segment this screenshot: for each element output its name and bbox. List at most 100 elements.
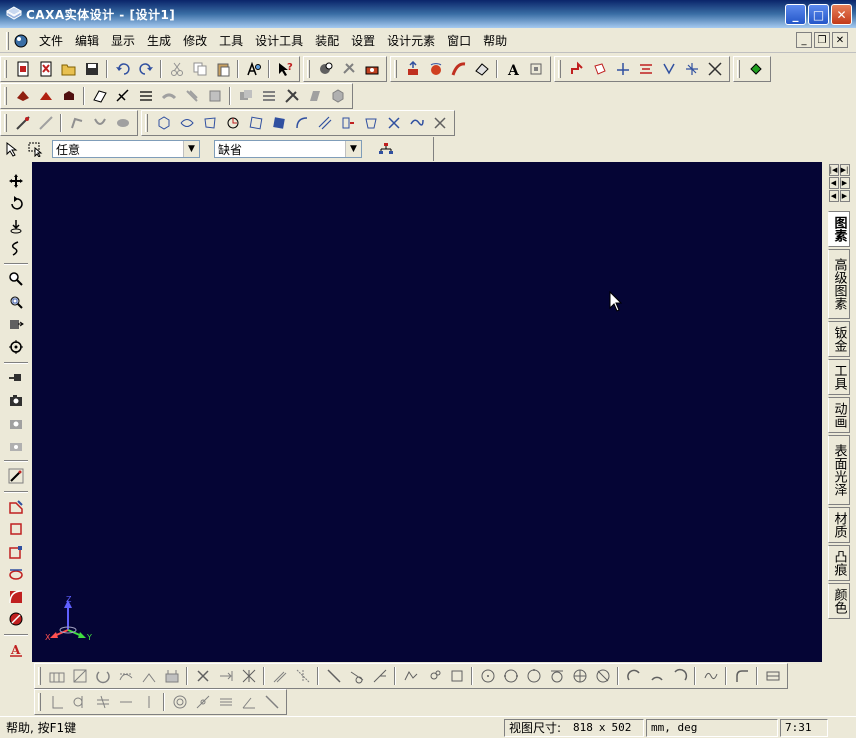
pattern-icon[interactable] — [680, 58, 703, 80]
help-pointer-icon[interactable]: ? — [273, 58, 296, 80]
edge-box-icon[interactable] — [152, 112, 175, 134]
doc-close-button[interactable]: ✕ — [832, 32, 848, 48]
tab-animation[interactable]: 动画 — [828, 397, 850, 433]
edge-merge-icon[interactable] — [405, 112, 428, 134]
cut-icon[interactable] — [165, 58, 188, 80]
scroll-right-icon[interactable]: ▶ — [839, 190, 850, 202]
menu-design-elements[interactable]: 设计元素 — [381, 32, 441, 49]
face-icon[interactable] — [303, 85, 326, 107]
parallel-icon[interactable] — [91, 691, 114, 713]
trim-sketch-icon[interactable] — [237, 665, 260, 687]
pick-line-icon[interactable] — [11, 112, 34, 134]
smart-icon[interactable] — [524, 58, 547, 80]
split-icon[interactable] — [134, 85, 157, 107]
tangent-icon[interactable] — [68, 691, 91, 713]
sketch-rotate-icon[interactable] — [5, 564, 28, 586]
redo-icon[interactable] — [134, 58, 157, 80]
menu-assembly[interactable]: 装配 — [309, 32, 345, 49]
zoom-window-icon[interactable] — [5, 291, 28, 313]
revolve-icon[interactable] — [424, 58, 447, 80]
bend-icon[interactable] — [65, 112, 88, 134]
spline-icon[interactable] — [699, 665, 722, 687]
edge-rect-icon[interactable] — [198, 112, 221, 134]
menu-window[interactable]: 窗口 — [441, 32, 477, 49]
view-direction-icon[interactable] — [5, 367, 28, 389]
extrude-icon[interactable] — [401, 58, 424, 80]
box-face-icon[interactable] — [588, 58, 611, 80]
frame-icon[interactable] — [68, 665, 91, 687]
tangent-line-icon[interactable] — [345, 665, 368, 687]
sweep-icon[interactable] — [447, 58, 470, 80]
tab-material[interactable]: 材质 — [828, 507, 850, 543]
edge-intersect-icon[interactable] — [382, 112, 405, 134]
circle-tangent-icon[interactable] — [545, 665, 568, 687]
equal-icon[interactable] — [214, 691, 237, 713]
edge-offset-icon[interactable] — [313, 112, 336, 134]
zoom-fit-icon[interactable] — [5, 314, 28, 336]
menu-help[interactable]: 帮助 — [477, 32, 513, 49]
tools-icon[interactable] — [280, 85, 303, 107]
chevron-down-icon[interactable]: ▼ — [183, 141, 199, 157]
minimize-button[interactable]: _ — [785, 4, 806, 25]
arc-3pt-icon[interactable] — [645, 665, 668, 687]
vertical-icon[interactable] — [137, 691, 160, 713]
assemble-icon[interactable] — [744, 58, 767, 80]
first-tab-icon[interactable]: |◀ — [828, 164, 839, 176]
coincident-icon[interactable] — [191, 691, 214, 713]
circle-center-icon[interactable] — [476, 665, 499, 687]
dim-line-icon[interactable] — [260, 691, 283, 713]
extend-icon[interactable] — [214, 665, 237, 687]
move-handle-icon[interactable] — [565, 58, 588, 80]
menu-display[interactable]: 显示 — [105, 32, 141, 49]
loft-icon[interactable] — [470, 58, 493, 80]
edge-fill-icon[interactable] — [267, 112, 290, 134]
angle-line-icon[interactable] — [368, 665, 391, 687]
smart-snap-icon[interactable] — [5, 465, 28, 487]
ellipse-icon[interactable] — [568, 665, 591, 687]
camera-light-icon[interactable] — [5, 412, 28, 434]
open-icon[interactable] — [57, 58, 80, 80]
style-select[interactable]: 缺省 ▼ — [214, 140, 362, 158]
target-icon[interactable] — [5, 336, 28, 358]
offset-curve-icon[interactable] — [268, 665, 291, 687]
menu-settings[interactable]: 设置 — [345, 32, 381, 49]
last-tab-icon[interactable]: ▶| — [839, 164, 850, 176]
camera-view-icon[interactable] — [5, 389, 28, 411]
blend-icon[interactable] — [203, 85, 226, 107]
tab-tools[interactable]: 工具 — [828, 359, 850, 395]
edge-project-icon[interactable] — [336, 112, 359, 134]
select-box-icon[interactable] — [23, 138, 46, 160]
sketch-text-icon[interactable]: A — [5, 639, 28, 661]
copy-icon[interactable] — [188, 58, 211, 80]
menu-grip[interactable] — [6, 31, 9, 50]
edge-arc-icon[interactable] — [290, 112, 313, 134]
constraint-icon[interactable] — [137, 665, 160, 687]
concentric-icon[interactable] — [168, 691, 191, 713]
sketch-2d-icon[interactable] — [5, 496, 28, 518]
document-icon[interactable] — [13, 33, 29, 49]
zoom-icon[interactable] — [5, 268, 28, 290]
select-pointer-icon[interactable] — [0, 138, 23, 160]
scroll-left-icon[interactable]: ◀ — [828, 190, 839, 202]
design-viewport[interactable] — [32, 162, 822, 662]
maximize-button[interactable]: □ — [808, 4, 829, 25]
circle-3pt-icon[interactable] — [522, 665, 545, 687]
section-icon[interactable] — [634, 58, 657, 80]
camera-walk-icon[interactable] — [5, 435, 28, 457]
rotate-sketch-icon[interactable] — [91, 665, 114, 687]
tab-emboss[interactable]: 凸痕 — [828, 545, 850, 581]
bezier-icon[interactable] — [114, 665, 137, 687]
angle-dim-icon[interactable] — [237, 691, 260, 713]
light-icon[interactable] — [337, 58, 360, 80]
menu-modify[interactable]: 修改 — [177, 32, 213, 49]
find-icon[interactable] — [242, 58, 265, 80]
pan-icon[interactable] — [5, 170, 28, 192]
circle-quad-icon[interactable] — [591, 665, 614, 687]
render-icon[interactable] — [314, 58, 337, 80]
prev-tab-icon[interactable]: ◀ — [828, 177, 839, 189]
sketch-square-icon[interactable] — [5, 541, 28, 563]
chamfer-icon[interactable] — [57, 85, 80, 107]
walk-icon[interactable] — [5, 215, 28, 237]
doc-minimize-button[interactable]: _ — [796, 32, 812, 48]
horizontal-icon[interactable] — [114, 691, 137, 713]
